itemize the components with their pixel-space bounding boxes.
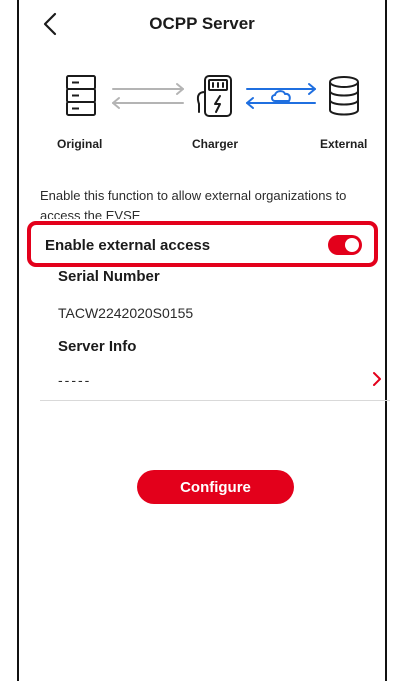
chevron-right-icon [373,372,381,386]
server-info-row[interactable]: ----- [40,364,390,401]
ev-charger-icon [196,75,232,117]
cloud-sync-icon [246,83,316,109]
server-info-value: ----- [58,372,92,388]
serial-number-heading: Serial Number [58,268,160,285]
page-title: OCPP Server [149,14,255,33]
database-icon [329,76,359,116]
toggle-knob [345,238,359,252]
serial-number-value: TACW2242020S0155 [58,305,194,321]
node-label-external: External [320,137,368,151]
external-access-row: Enable external access [27,221,378,267]
server-info-heading: Server Info [58,338,137,355]
node-label-original: Original [57,137,103,151]
app-screen: OCPP Server Original Charger External En… [17,0,390,681]
external-access-label: Enable external access [45,237,211,254]
header-bar: OCPP Server [19,0,385,52]
bidirectional-arrows-icon [112,83,184,109]
function-description: Enable this function to allow external o… [40,188,347,219]
server-rack-icon [66,75,96,116]
connection-diagram: Original Charger External [19,72,385,162]
configure-button[interactable]: Configure [137,470,294,504]
external-access-toggle[interactable] [328,235,362,255]
node-label-charger: Charger [192,137,239,151]
